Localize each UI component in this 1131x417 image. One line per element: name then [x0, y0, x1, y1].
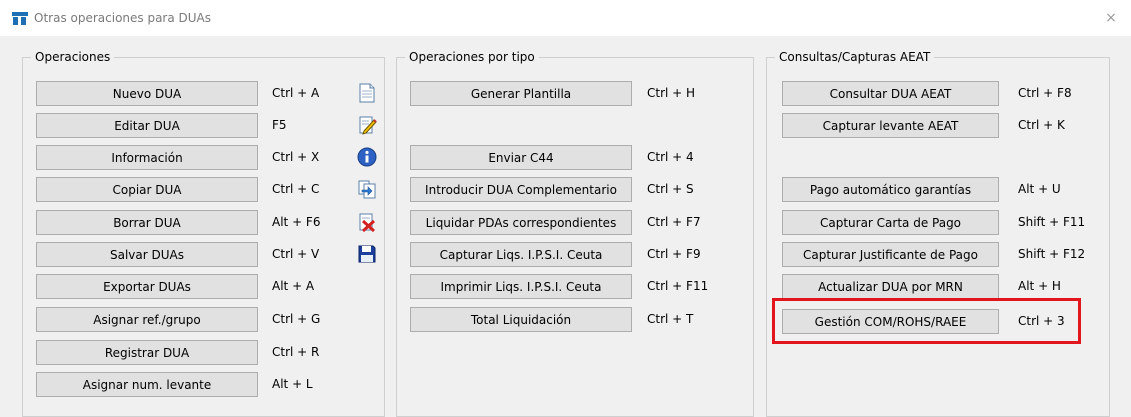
liquidar-pdas-button[interactable]: Liquidar PDAs correspondientes — [410, 210, 632, 235]
exportar-duas-button[interactable]: Exportar DUAs — [36, 274, 258, 299]
borrar-dua-shortcut: Alt + F6 — [272, 215, 321, 229]
registrar-dua-shortcut: Ctrl + R — [272, 345, 320, 359]
asignar-num-levante-button[interactable]: Asignar num. levante — [36, 372, 258, 397]
total-liquidacion-button[interactable]: Total Liquidación — [410, 307, 632, 332]
asignar-num-levante-shortcut: Alt + L — [272, 377, 313, 391]
enviar-c44-shortcut: Ctrl + 4 — [647, 150, 694, 164]
generar-plantilla-shortcut: Ctrl + H — [647, 86, 696, 100]
salvar-duas-button[interactable]: Salvar DUAs — [36, 242, 258, 267]
copiar-dua-shortcut: Ctrl + C — [272, 182, 320, 196]
title-bar: Otras operaciones para DUAs × — [0, 0, 1131, 36]
nuevo-dua-button[interactable]: Nuevo DUA — [36, 81, 258, 106]
close-button[interactable]: × — [1091, 0, 1131, 36]
capturar-levante-aeat-button[interactable]: Capturar levante AEAT — [782, 113, 999, 138]
gestion-com-rohs-raee-shortcut: Ctrl + 3 — [1018, 314, 1065, 328]
salvar-duas-shortcut: Ctrl + V — [272, 247, 320, 261]
editar-dua-button[interactable]: Editar DUA — [36, 113, 258, 138]
total-liquidacion-shortcut: Ctrl + T — [647, 312, 694, 326]
copiar-dua-button[interactable]: Copiar DUA — [36, 177, 258, 202]
consultas-group: Consultas/Capturas AEAT — [766, 49, 1110, 417]
editar-dua-shortcut: F5 — [272, 118, 287, 132]
capturar-liqs-ipsi-button[interactable]: Capturar Liqs. I.P.S.I. Ceuta — [410, 242, 632, 267]
consultas-legend: Consultas/Capturas AEAT — [775, 49, 935, 65]
actualizar-dua-mrn-shortcut: Alt + H — [1018, 279, 1061, 293]
actualizar-dua-mrn-button[interactable]: Actualizar DUA por MRN — [782, 274, 999, 299]
liquidar-pdas-shortcut: Ctrl + F7 — [647, 215, 701, 229]
introducir-dua-complementario-button[interactable]: Introducir DUA Complementario — [410, 177, 632, 202]
close-icon: × — [1105, 10, 1117, 26]
capturar-carta-pago-button[interactable]: Capturar Carta de Pago — [782, 210, 999, 235]
introducir-dua-complementario-shortcut: Ctrl + S — [647, 182, 694, 196]
save-icon[interactable] — [357, 244, 377, 264]
consultar-dua-aeat-shortcut: Ctrl + F8 — [1018, 86, 1072, 100]
por-tipo-group: Operaciones por tipo — [396, 49, 754, 417]
new-document-icon[interactable] — [357, 83, 377, 103]
pago-automatico-garantias-shortcut: Alt + U — [1018, 182, 1061, 196]
app-icon — [12, 12, 28, 25]
consultar-dua-aeat-button[interactable]: Consultar DUA AEAT — [782, 81, 999, 106]
info-icon[interactable] — [357, 147, 377, 167]
edit-document-icon[interactable] — [357, 115, 377, 135]
gestion-com-rohs-raee-button[interactable]: Gestión COM/ROHS/RAEE — [782, 309, 999, 334]
operaciones-legend: Operaciones — [31, 49, 115, 65]
imprimir-liqs-ipsi-button[interactable]: Imprimir Liqs. I.P.S.I. Ceuta — [410, 274, 632, 299]
asignar-ref-grupo-shortcut: Ctrl + G — [272, 312, 321, 326]
window-title: Otras operaciones para DUAs — [34, 11, 212, 25]
informacion-shortcut: Ctrl + X — [272, 150, 320, 164]
por-tipo-legend: Operaciones por tipo — [405, 49, 539, 65]
informacion-button[interactable]: Información — [36, 145, 258, 170]
exportar-duas-shortcut: Alt + A — [272, 279, 315, 293]
enviar-c44-button[interactable]: Enviar C44 — [410, 145, 632, 170]
capturar-levante-aeat-shortcut: Ctrl + K — [1018, 118, 1065, 132]
capturar-justificante-pago-shortcut: Shift + F12 — [1018, 247, 1086, 261]
capturar-justificante-pago-button[interactable]: Capturar Justificante de Pago — [782, 242, 999, 267]
registrar-dua-button[interactable]: Registrar DUA — [36, 340, 258, 365]
nuevo-dua-shortcut: Ctrl + A — [272, 86, 320, 100]
capturar-carta-pago-shortcut: Shift + F11 — [1018, 215, 1086, 229]
asignar-ref-grupo-button[interactable]: Asignar ref./grupo — [36, 307, 258, 332]
capturar-liqs-ipsi-shortcut: Ctrl + F9 — [647, 247, 701, 261]
copy-document-icon[interactable] — [357, 179, 377, 199]
imprimir-liqs-ipsi-shortcut: Ctrl + F11 — [647, 279, 709, 293]
delete-document-icon[interactable] — [357, 212, 377, 232]
pago-automatico-garantias-button[interactable]: Pago automático garantías — [782, 177, 999, 202]
borrar-dua-button[interactable]: Borrar DUA — [36, 210, 258, 235]
generar-plantilla-button[interactable]: Generar Plantilla — [410, 81, 632, 106]
